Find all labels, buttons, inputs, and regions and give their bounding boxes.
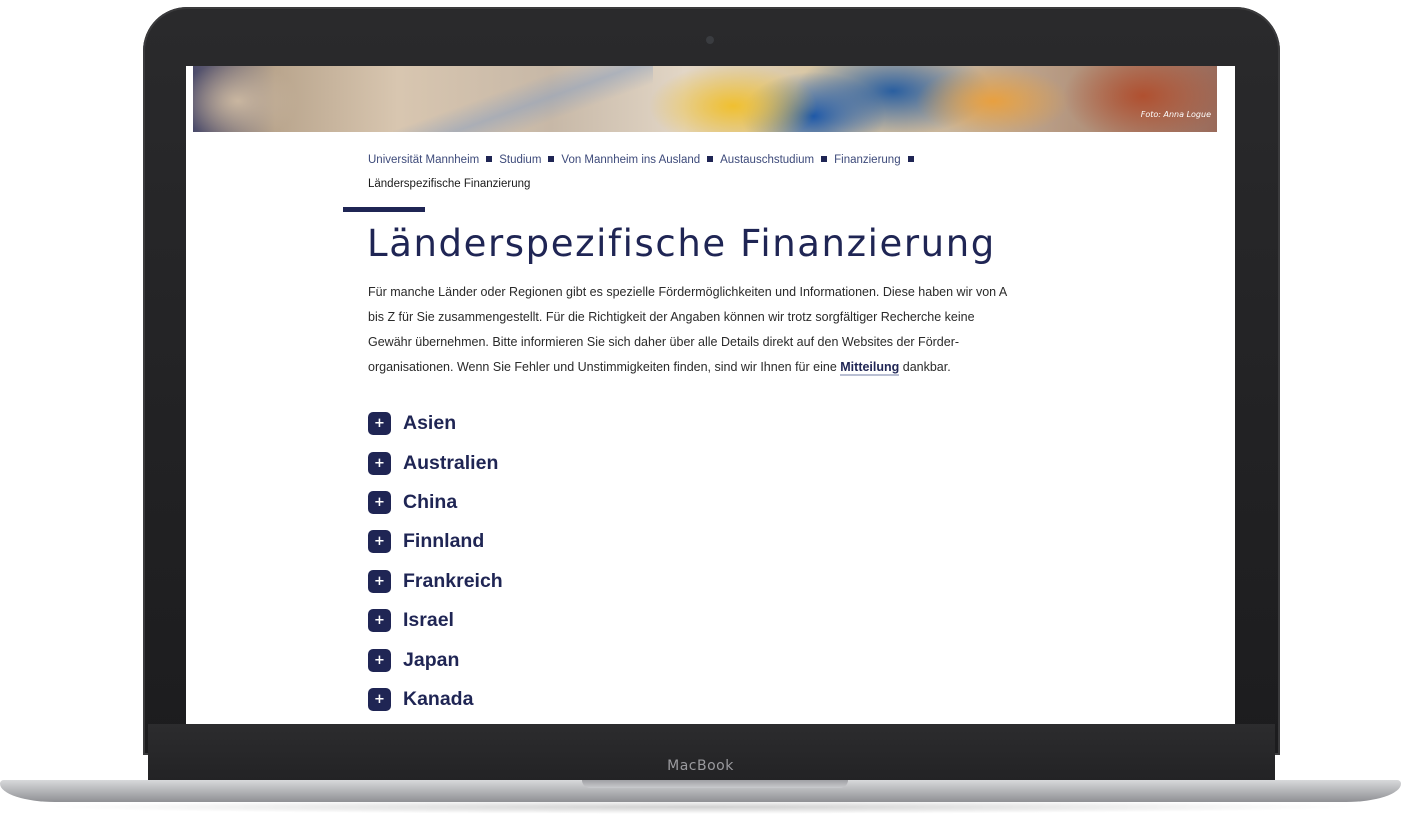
laptop-notch xyxy=(582,780,848,788)
square-bullet-icon xyxy=(548,156,555,162)
breadcrumb: Universität Mannheim Studium Von Mannheim … xyxy=(368,148,1068,196)
page-title: Länderspezifische Finanzierung xyxy=(367,222,996,265)
plus-icon[interactable]: + xyxy=(368,609,391,633)
accordion-item-japan[interactable]: + Japan xyxy=(368,640,768,679)
accordion-label: Finnland xyxy=(403,530,485,553)
accordion-label: China xyxy=(403,490,458,513)
plus-icon[interactable]: + xyxy=(368,530,391,554)
intro-text: dankbar. xyxy=(899,360,951,374)
square-bullet-icon xyxy=(486,156,493,162)
mitteilung-link[interactable]: Mitteilung xyxy=(840,360,900,376)
accordion-item-kanada[interactable]: + Kanada xyxy=(368,680,768,719)
accordion-label: Japan xyxy=(403,648,460,671)
accordion-label: Frankreich xyxy=(403,569,503,592)
square-bullet-icon xyxy=(707,156,714,162)
square-bullet-icon xyxy=(821,156,828,162)
accordion-item-frankreich[interactable]: + Frankreich xyxy=(368,562,768,601)
plus-icon[interactable]: + xyxy=(368,451,391,475)
accordion-label: Kanada xyxy=(403,687,474,710)
accordion-label: Israel xyxy=(403,609,454,632)
intro-text: organisationen. Wenn Sie Fehler und Unst… xyxy=(368,360,841,374)
intro-paragraph: Für manche Länder oder Regionen gibt es … xyxy=(368,280,1048,380)
intro-line: Gewähr übernehmen. Bitte informieren Sie… xyxy=(368,335,960,349)
browser-viewport: Foto: Anna Logue Universität Mannheim Stu… xyxy=(186,66,1235,724)
device-brand: MacBook xyxy=(667,758,734,774)
title-accent-bar xyxy=(343,207,425,212)
accordion-item-asien[interactable]: + Asien xyxy=(368,404,768,443)
hero-image-detail xyxy=(393,66,653,132)
plus-icon[interactable]: + xyxy=(368,648,391,672)
camera-icon xyxy=(706,36,714,44)
plus-icon[interactable]: + xyxy=(368,687,391,711)
breadcrumb-current: Länderspezifische Finanzierung xyxy=(368,178,531,190)
hero-image: Foto: Anna Logue xyxy=(193,66,1217,132)
breadcrumb-link-universitaet[interactable]: Universität Mannheim xyxy=(368,154,479,166)
accordion-item-finnland[interactable]: + Finnland xyxy=(368,522,768,561)
accordion-label: Australien xyxy=(403,451,499,474)
accordion-item-china[interactable]: + China xyxy=(368,483,768,522)
breadcrumb-link-ausland[interactable]: Von Mannheim ins Ausland xyxy=(561,154,700,166)
breadcrumb-link-austauschstudium[interactable]: Austauschstudium xyxy=(720,154,814,166)
accordion-item-next[interactable]: + xyxy=(368,719,768,724)
intro-line: Für manche Länder oder Regionen gibt es … xyxy=(368,285,1008,299)
photo-credit: Foto: Anna Logue xyxy=(1140,110,1211,119)
plus-icon[interactable]: + xyxy=(368,412,391,436)
accordion-item-australien[interactable]: + Australien xyxy=(368,443,768,482)
accordion-label: Asien xyxy=(403,412,457,435)
accordion-item-israel[interactable]: + Israel xyxy=(368,601,768,640)
plus-icon[interactable]: + xyxy=(368,490,391,514)
laptop-shadow xyxy=(40,800,1361,814)
intro-line: organisationen. Wenn Sie Fehler und Unst… xyxy=(368,355,1048,380)
breadcrumb-link-studium[interactable]: Studium xyxy=(499,154,541,166)
square-bullet-icon xyxy=(907,156,914,162)
country-accordion: + Asien + Australien + China + Finnland … xyxy=(368,404,768,724)
intro-line: bis Z für Sie zusammengestellt. Für die … xyxy=(368,310,975,324)
breadcrumb-link-finanzierung[interactable]: Finanzierung xyxy=(834,154,900,166)
plus-icon[interactable]: + xyxy=(368,569,391,593)
